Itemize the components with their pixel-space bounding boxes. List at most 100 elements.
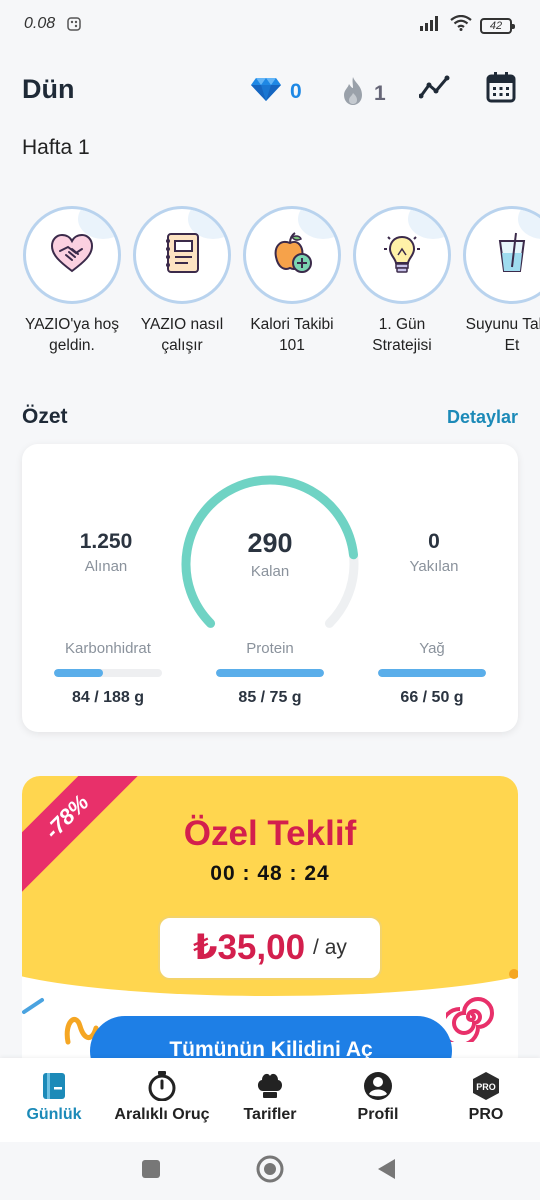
- macro-bar: [54, 669, 162, 677]
- nav-label: PRO: [468, 1106, 504, 1123]
- notification-icon: [66, 16, 82, 37]
- macro-protein: Protein 85 / 75 g: [216, 640, 324, 707]
- story-label: YAZIO'ya hoş geldin.: [25, 316, 119, 354]
- burned-stat: 0 Yakılan: [386, 530, 482, 575]
- price-box: ₺35,00 / ay: [158, 916, 382, 980]
- price-amount: ₺35,00: [193, 928, 306, 967]
- remaining-stat: 290 Kalan: [220, 528, 320, 580]
- page-title: Dün: [22, 74, 75, 104]
- story-label: Kalori Takibi 101: [250, 316, 334, 354]
- calendar-button[interactable]: [484, 71, 518, 108]
- water-glass-icon: [492, 231, 532, 280]
- status-time: 0.08: [24, 15, 56, 32]
- battery-indicator: 42: [480, 17, 515, 34]
- status-icons: 42: [420, 14, 515, 36]
- nav-item-fasting[interactable]: Aralıklı Oruç: [108, 1070, 216, 1124]
- story-circle[interactable]: [133, 206, 231, 304]
- signal-icon: [420, 15, 442, 36]
- home-circle-icon: [256, 1155, 284, 1188]
- macro-fill: [216, 669, 324, 677]
- wifi-icon: [450, 14, 472, 36]
- week-label: Hafta 1: [22, 136, 90, 159]
- story-label: YAZIO nasıl çalışır: [140, 316, 224, 354]
- recents-button[interactable]: [134, 1154, 168, 1188]
- remaining-value: 290: [247, 528, 293, 558]
- nav-item-recipes[interactable]: Tarifler: [216, 1070, 324, 1124]
- story-item[interactable]: Kalori Takibi 101: [242, 206, 342, 356]
- story-circle[interactable]: [463, 206, 540, 304]
- details-link[interactable]: Detaylar: [447, 407, 518, 428]
- macro-fill: [378, 669, 486, 677]
- summary-header: Özet Detaylar: [22, 405, 518, 435]
- story-item[interactable]: YAZIO nasıl çalışır: [132, 206, 232, 356]
- story-carousel[interactable]: YAZIO'ya hoş geldin. YAZIO nasıl çalışır…: [22, 206, 540, 366]
- trend-button[interactable]: [418, 72, 452, 106]
- system-nav: [0, 1142, 540, 1200]
- macro-value: 84 / 188 g: [71, 689, 145, 706]
- decoration-stroke: [22, 998, 44, 1014]
- macro-value: 85 / 75 g: [238, 689, 302, 706]
- eaten-value: 1.250: [79, 530, 133, 553]
- nav-label: Günlük: [26, 1106, 82, 1123]
- gem-counter[interactable]: 0: [250, 76, 302, 108]
- calendar-icon: [486, 71, 516, 108]
- back-triangle-icon: [377, 1158, 397, 1185]
- gem-count: 0: [290, 80, 302, 103]
- decoration-spiral: [446, 997, 494, 1042]
- pro-badge-icon: PRO: [432, 1070, 540, 1102]
- macro-fill: [54, 669, 103, 677]
- macro-fat: Yağ 66 / 50 g: [378, 640, 486, 707]
- nav-item-profile[interactable]: Profil: [324, 1070, 432, 1124]
- story-item[interactable]: YAZIO'ya hoş geldin.: [22, 206, 122, 356]
- macro-label: Protein: [246, 640, 294, 657]
- status-bar: 0.08 42: [0, 0, 540, 50]
- story-circle[interactable]: [23, 206, 121, 304]
- svg-text:PRO: PRO: [476, 1082, 496, 1092]
- nav-label: Profil: [357, 1106, 399, 1123]
- story-item[interactable]: 1. Gün Stratejisi: [352, 206, 452, 356]
- promo-card[interactable]: -78% Özel Teklif 00 : 48 : 24 ₺35,00 / a…: [22, 776, 518, 1076]
- macro-label: Yağ: [419, 640, 445, 657]
- stopwatch-icon: [108, 1070, 216, 1102]
- header: Dün 0 1: [22, 68, 518, 114]
- eaten-stat: 1.250 Alınan: [58, 530, 154, 575]
- macro-carbs: Karbonhidrat 84 / 188 g: [54, 640, 162, 707]
- burned-label: Yakılan: [409, 558, 459, 575]
- streak-counter[interactable]: 1: [340, 76, 386, 112]
- handshake-heart-icon: [50, 233, 94, 278]
- nav-item-pro[interactable]: PRO PRO: [432, 1070, 540, 1124]
- home-button[interactable]: [253, 1154, 287, 1188]
- story-circle[interactable]: [243, 206, 341, 304]
- nav-label: Tarifler: [243, 1106, 297, 1123]
- burned-value: 0: [428, 530, 440, 553]
- trend-chart-icon: [418, 74, 451, 105]
- summary-card[interactable]: 1.250 Alınan 290 Kalan 0 Yakılan Karbonh…: [22, 444, 518, 732]
- macro-label: Karbonhidrat: [65, 640, 151, 657]
- diamond-icon: [250, 76, 282, 108]
- lightbulb-icon: [380, 231, 424, 280]
- promo-timer: 00 : 48 : 24: [210, 862, 330, 885]
- back-button[interactable]: [370, 1154, 404, 1188]
- macro-bar: [378, 669, 486, 677]
- summary-title: Özet: [22, 405, 68, 428]
- macro-bar: [216, 669, 324, 677]
- streak-count: 1: [374, 82, 386, 105]
- story-label: Suyunu Takip Et: [465, 316, 540, 354]
- decoration-dot: [509, 969, 518, 979]
- nav-label: Aralıklı Oruç: [114, 1106, 210, 1123]
- apple-plus-icon: [270, 231, 314, 280]
- story-item[interactable]: Suyunu Takip Et: [462, 206, 540, 356]
- square-icon: [141, 1159, 161, 1184]
- nav-item-diary[interactable]: Günlük: [0, 1070, 108, 1124]
- macro-value: 66 / 50 g: [400, 689, 464, 706]
- flame-icon: [340, 76, 366, 112]
- promo-title: Özel Teklif: [183, 814, 357, 853]
- profile-icon: [324, 1070, 432, 1102]
- chef-hat-icon: [216, 1070, 324, 1102]
- bottom-nav: Günlük Aralıklı Oruç Tarifler Profil PRO…: [0, 1058, 540, 1142]
- story-circle[interactable]: [353, 206, 451, 304]
- notebook-icon: [162, 231, 202, 280]
- remaining-label: Kalan: [250, 563, 290, 580]
- price-unit: / ay: [313, 936, 347, 959]
- eaten-label: Alınan: [84, 558, 128, 575]
